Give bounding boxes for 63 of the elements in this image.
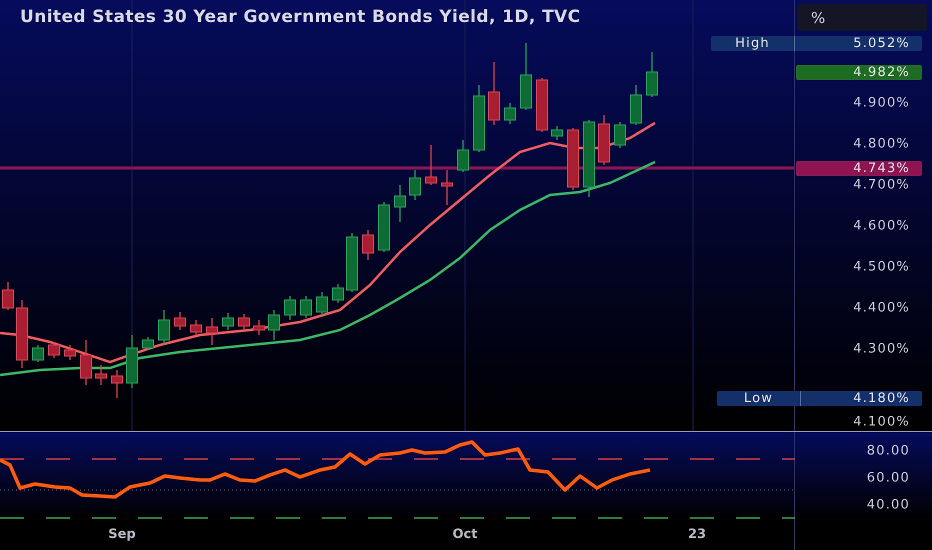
candlestick [473, 85, 485, 152]
oscillator-axis-label: 40.00 [866, 498, 910, 512]
candlestick [111, 370, 123, 398]
unit-button[interactable]: % [797, 4, 927, 31]
price-axis-label: 4.300% [853, 342, 910, 356]
candlestick [2, 282, 14, 310]
candlestick [126, 335, 138, 388]
candlestick [536, 78, 548, 132]
candlestick [253, 320, 265, 335]
candlestick [206, 318, 218, 345]
price-axis-label: 4.600% [853, 218, 910, 234]
candlestick [284, 296, 296, 320]
candlestick [238, 314, 250, 330]
candlestick [409, 170, 421, 200]
candlestick [190, 320, 202, 336]
candlestick [80, 340, 92, 385]
candlestick [300, 296, 312, 318]
candlestick [16, 300, 28, 368]
candlestick [504, 103, 516, 124]
candlestick [646, 52, 658, 97]
candlestick [567, 128, 579, 190]
time-axis-label: 23 [688, 527, 706, 542]
marker-label: High [711, 36, 795, 51]
candlestick [316, 292, 328, 315]
oscillator-axis-label: 80.00 [866, 444, 910, 458]
candlestick [598, 115, 610, 165]
candlestick [158, 310, 170, 345]
candlestick [95, 365, 107, 385]
candlestick [48, 342, 60, 358]
price-axis-label: 4.500% [853, 260, 910, 274]
candlestick [614, 122, 626, 148]
time-axis-label: Sep [108, 527, 136, 542]
oscillator-axis-label: 60.00 [866, 470, 910, 486]
candlestick [551, 126, 563, 140]
price-axis-label: 4.900% [853, 96, 910, 110]
marker-value: 5.052% [852, 36, 911, 51]
price-axis-label: 4.700% [853, 178, 910, 192]
candlestick [378, 202, 390, 252]
candlestick [142, 337, 154, 350]
marker-label: Low [717, 391, 801, 406]
price-axis-label: 4.100% [853, 414, 910, 430]
candlestick [362, 230, 374, 260]
candlestick [488, 62, 500, 125]
price-axis-label: 4.400% [853, 300, 910, 316]
candlestick [32, 345, 44, 362]
time-axis-label: Oct [452, 527, 478, 542]
candlestick [457, 140, 469, 172]
candlestick [394, 185, 406, 222]
candlestick [425, 145, 437, 185]
marker-value: 4.180% [852, 391, 911, 406]
candlestick [332, 284, 344, 303]
chart-title: United States 30 Year Government Bonds Yield, 1D, TVC [20, 6, 580, 28]
candlestick [222, 313, 234, 330]
candlestick [441, 170, 453, 205]
candlestick [346, 233, 358, 292]
price-marker: 4.743% [796, 161, 922, 176]
candlestick [630, 85, 642, 125]
candlestick [64, 345, 76, 360]
candlestick [174, 312, 186, 330]
candlestick [520, 43, 532, 110]
candlestick [268, 310, 280, 340]
price-axis-label: 4.800% [853, 136, 910, 152]
price-marker: 4.982% [796, 65, 922, 80]
